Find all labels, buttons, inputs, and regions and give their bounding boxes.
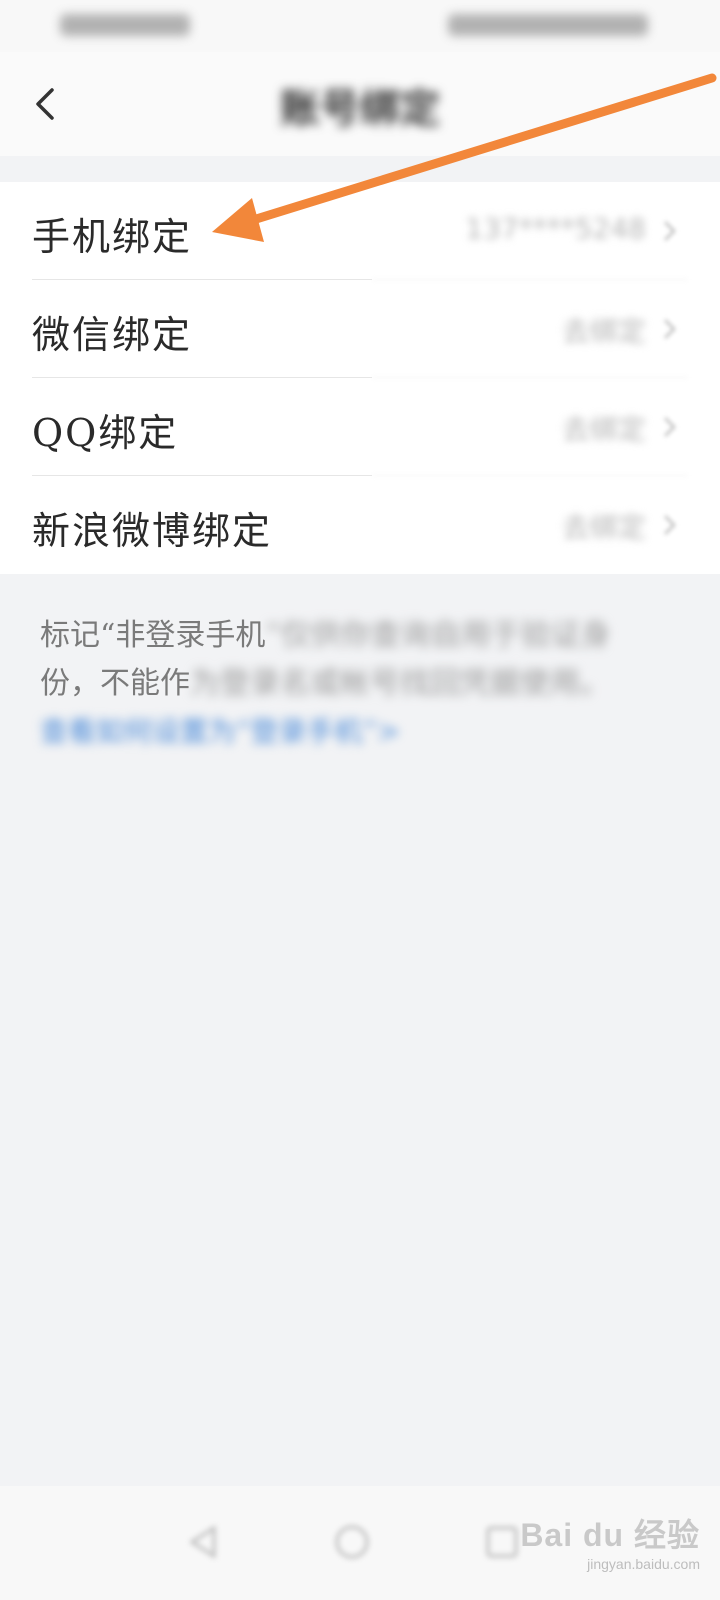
list-item-label: 微信绑定 [32,313,193,357]
bind-status-value: 去绑定 [561,315,646,348]
list-item-label: QQ绑定 [32,411,179,455]
battery-icon [448,14,648,36]
note-text: 为登录名或帐号找回凭据使用。 [190,666,610,701]
triangle-back-icon[interactable] [182,1520,226,1564]
system-nav-bar: Bai du 经验 jingyan.baidu.com [0,1486,720,1600]
chevron-right-icon [664,319,676,339]
set-login-phone-link[interactable]: 查看如何设置为“登录手机”> [40,715,400,748]
note-text: ”仅供你查询自用于验证身 [265,618,611,653]
note-text: 份，不能作 [40,666,190,701]
list-item-qq-binding[interactable]: QQ绑定 去绑定 [0,378,720,476]
chevron-right-icon [664,515,676,535]
square-recent-icon[interactable] [480,1520,524,1564]
phone-number-value: 137****5248 [465,212,646,245]
binding-list: 手机绑定 137****5248 微信绑定 去绑定 QQ绑定 去绑定 新浪微博绑… [0,182,720,574]
list-item-label: 手机绑定 [32,215,193,259]
page-title: 账号绑定 [280,86,440,132]
baidu-jingyan-watermark: Bai du 经验 jingyan.baidu.com [520,1510,700,1572]
signal-icon [60,14,190,36]
list-item-label: 新浪微博绑定 [32,509,273,553]
chevron-right-icon [664,417,676,437]
bind-status-value: 去绑定 [561,413,646,446]
list-item-wechat-binding[interactable]: 微信绑定 去绑定 [0,280,720,378]
status-bar [0,0,720,52]
watermark-url: jingyan.baidu.com [587,1556,700,1572]
circle-home-icon[interactable] [330,1520,374,1564]
bind-status-value: 去绑定 [561,511,646,544]
list-item-weibo-binding[interactable]: 新浪微博绑定 去绑定 [0,476,720,574]
watermark-brand: Bai du 经验 [520,1517,700,1553]
list-item-phone-binding[interactable]: 手机绑定 137****5248 [0,182,720,280]
note-text: 标记“非登录手机 [40,618,266,653]
chevron-right-icon [664,221,676,241]
header: 账号绑定 [0,52,720,156]
info-note: 标记“非登录手机”仅供你查询自用于验证身 份，不能作为登录名或帐号找回凭据使用。… [40,612,680,756]
